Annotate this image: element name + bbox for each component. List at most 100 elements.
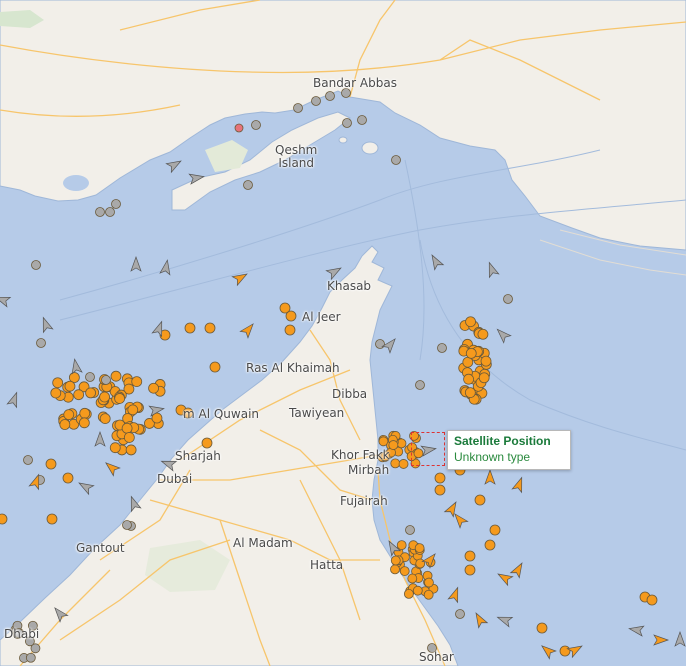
vessel-marker[interactable] — [46, 513, 58, 525]
vessel-heading-marker[interactable] — [70, 358, 83, 375]
vessel-heading-marker[interactable] — [443, 500, 461, 518]
vessel-marker[interactable] — [27, 620, 38, 631]
vessel-marker[interactable] — [85, 372, 95, 382]
vessel-marker[interactable] — [484, 539, 496, 551]
vessel-heading-marker[interactable] — [428, 253, 445, 271]
vessel-marker[interactable] — [341, 88, 351, 98]
vessel-marker[interactable] — [399, 566, 410, 576]
vessel-heading-marker[interactable] — [484, 468, 496, 485]
vessel-marker[interactable] — [50, 387, 62, 399]
vessel-marker[interactable] — [85, 387, 97, 399]
vessel-marker[interactable] — [243, 180, 253, 190]
vessel-marker[interactable] — [23, 455, 33, 465]
vessel-heading-marker[interactable] — [77, 479, 95, 496]
vessel-marker[interactable] — [342, 118, 352, 128]
vessel-marker[interactable] — [251, 120, 261, 130]
vessel-marker[interactable] — [109, 442, 121, 454]
vessel-marker[interactable] — [63, 409, 75, 421]
vessel-marker[interactable] — [148, 382, 159, 394]
vessel-marker[interactable] — [95, 207, 105, 217]
vessel-heading-marker[interactable] — [51, 605, 69, 623]
vessel-marker[interactable] — [52, 377, 64, 389]
vessel-marker[interactable] — [284, 324, 296, 336]
vessel-marker[interactable] — [0, 513, 8, 525]
vessel-marker[interactable] — [111, 199, 121, 209]
vessel-marker[interactable] — [478, 372, 490, 384]
vessel-marker[interactable] — [125, 444, 137, 456]
vessel-heading-marker[interactable] — [472, 611, 489, 629]
vessel-heading-marker[interactable] — [0, 293, 12, 308]
vessel-marker[interactable] — [463, 373, 474, 385]
vessel-marker[interactable] — [390, 458, 401, 469]
vessel-marker[interactable] — [405, 525, 415, 535]
vessel-heading-marker[interactable] — [165, 157, 183, 174]
vessel-marker[interactable] — [121, 422, 133, 434]
vessel-marker[interactable] — [45, 458, 57, 470]
vessel-marker[interactable] — [182, 407, 194, 419]
vessel-heading-marker[interactable] — [94, 430, 106, 447]
vessel-marker[interactable] — [25, 652, 36, 663]
vessel-marker[interactable] — [465, 347, 477, 359]
vessel-marker[interactable] — [390, 564, 400, 575]
vessel-marker[interactable] — [110, 370, 122, 382]
vessel-marker[interactable] — [59, 419, 71, 430]
vessel-marker[interactable] — [391, 155, 401, 165]
vessel-marker[interactable] — [62, 472, 74, 484]
vessel-heading-marker[interactable] — [511, 476, 526, 494]
vessel-marker[interactable] — [646, 594, 658, 606]
selected-vessel-outline[interactable] — [411, 432, 445, 466]
vessel-marker[interactable] — [465, 316, 476, 328]
vessel-marker[interactable] — [390, 555, 401, 566]
vessel-marker[interactable] — [489, 524, 501, 536]
vessel-marker[interactable] — [99, 413, 111, 425]
vessel-heading-marker[interactable] — [539, 642, 557, 660]
vessel-marker[interactable] — [114, 393, 126, 404]
vessel-marker[interactable] — [424, 577, 434, 588]
vessel-heading-marker[interactable] — [509, 561, 527, 579]
vessel-marker[interactable] — [412, 585, 423, 596]
vessel-marker[interactable] — [455, 609, 465, 619]
vessel-heading-marker[interactable] — [127, 495, 142, 513]
vessel-marker[interactable] — [64, 380, 76, 392]
vessel-marker[interactable] — [13, 628, 24, 639]
vessel-marker[interactable] — [414, 543, 425, 554]
vessel-marker[interactable] — [464, 387, 476, 399]
vessel-marker[interactable] — [99, 391, 110, 403]
vessel-marker[interactable] — [380, 451, 391, 462]
vessel-marker[interactable] — [105, 207, 115, 217]
vessel-heading-marker[interactable] — [447, 586, 462, 604]
vessel-heading-marker[interactable] — [159, 259, 172, 276]
vessel-marker[interactable] — [474, 494, 486, 506]
vessel-marker[interactable] — [24, 636, 35, 647]
vessel-marker[interactable] — [325, 91, 335, 101]
vessel-marker[interactable] — [464, 564, 476, 576]
vessel-marker[interactable] — [375, 339, 385, 349]
vessel-heading-marker[interactable] — [130, 255, 142, 272]
vessel-heading-marker[interactable] — [653, 634, 670, 646]
vessel-marker[interactable] — [477, 328, 489, 340]
vessel-heading-marker[interactable] — [628, 624, 645, 637]
vessel-marker[interactable] — [398, 459, 409, 469]
vessel-marker[interactable] — [464, 550, 476, 562]
vessel-marker[interactable] — [234, 123, 244, 133]
vessel-heading-marker[interactable] — [103, 459, 121, 477]
vessel-marker[interactable] — [184, 322, 196, 334]
vessel-marker[interactable] — [131, 376, 143, 387]
vessel-heading-marker[interactable] — [239, 321, 257, 339]
vessel-heading-marker[interactable] — [39, 316, 54, 334]
vessel-marker[interactable] — [503, 294, 513, 304]
vessel-marker[interactable] — [31, 260, 41, 270]
vessel-marker[interactable] — [36, 338, 46, 348]
vessel-heading-marker[interactable] — [160, 457, 178, 472]
vessel-heading-marker[interactable] — [566, 642, 584, 659]
vessel-marker[interactable] — [403, 588, 414, 599]
vessel-marker[interactable] — [407, 573, 418, 584]
vessel-marker[interactable] — [204, 322, 216, 334]
vessel-heading-marker[interactable] — [485, 261, 500, 279]
vessel-marker[interactable] — [79, 407, 91, 419]
vessel-marker[interactable] — [311, 96, 321, 106]
vessel-marker[interactable] — [357, 115, 367, 125]
vessel-marker[interactable] — [559, 645, 571, 657]
vessel-marker[interactable] — [209, 361, 221, 373]
vessel-marker[interactable] — [434, 472, 446, 484]
